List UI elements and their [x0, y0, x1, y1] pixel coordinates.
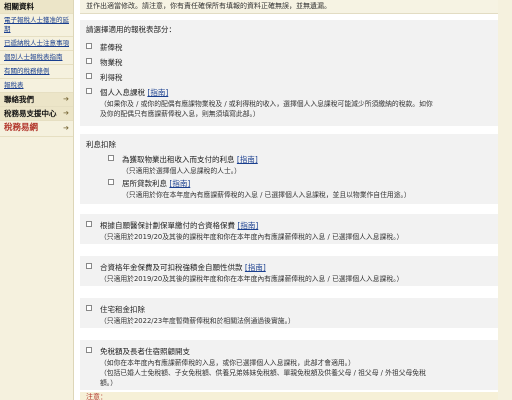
home-loan-guide-link[interactable]: [指南]: [169, 179, 190, 188]
option-profits[interactable]: 利得稅: [86, 72, 123, 83]
home-loan-label: 居所貸款利息: [122, 179, 167, 188]
option-salaries[interactable]: 薪俸稅: [86, 42, 123, 53]
chevron-right-icon: ➔: [63, 124, 69, 132]
profits-checkbox[interactable]: [86, 73, 92, 79]
personal-guide-link[interactable]: [指南]: [147, 88, 168, 97]
allowance-label: 免稅額及長者住宿照顧開支: [100, 347, 190, 356]
note-label: 注意：: [80, 392, 498, 400]
main-content: 並作出適當修改。請注意，你有責任確保所有填報的資料正確無誤，並無遺漏。 請選擇適…: [80, 0, 498, 400]
allowance-checkbox[interactable]: [86, 347, 92, 353]
vhis-desc: （只適用於2019/20及其後的課稅年度和你在本年度內有應課薪俸稅的入息 / 已…: [100, 233, 404, 241]
option-annuity[interactable]: 合資格年金保費及可扣稅強積金自願性供款 [指南] （只適用於2019/20及其後…: [86, 262, 403, 283]
personal-desc-1: （如果你及 / 或你的配偶有應課物業稅及 / 或利得稅的收入，選擇個人入息課稅可…: [100, 100, 433, 108]
option-mortgage-rent[interactable]: 為獲取物業出租收入而支付的利息 [指南] （只適用於選擇個人入息課稅的人士。）: [108, 154, 258, 175]
personal-desc-2: 及你的配偶只有應課薪俸稅入息，則無須填寫此部。）: [100, 110, 260, 118]
chevron-right-icon: ➔: [63, 109, 69, 117]
mortgage-rent-guide-link[interactable]: [指南]: [237, 155, 258, 164]
profits-label: 利得稅: [100, 73, 123, 82]
sidebar: 相關資料 電子報稅人士獲准的延期 已遞納稅人士注意事項 個別人士報稅表指南 有關…: [0, 0, 74, 400]
home-loan-checkbox[interactable]: [108, 179, 114, 185]
sidebar-link-extension[interactable]: 電子報稅人士獲准的延期: [0, 14, 73, 37]
brand-logo: 稅務易網: [4, 123, 39, 133]
vhis-checkbox[interactable]: [86, 221, 92, 227]
sidebar-support[interactable]: 稅務易支援中心 ➔: [0, 107, 73, 121]
vhis-label: 根據自願醫保計劃保單繳付的合資格保費: [100, 221, 235, 230]
vhis-guide-link[interactable]: [指南]: [237, 221, 258, 230]
top-note: 並作出適當修改。請注意，你有責任確保所有填報的資料正確無誤，並無遺漏。: [80, 0, 498, 14]
salaries-label: 薪俸稅: [100, 43, 123, 52]
sidebar-link-notes[interactable]: 已遞納稅人士注意事項: [0, 37, 73, 51]
vhis-section: 根據自願醫保計劃保單繳付的合資格保費 [指南] （只適用於2019/20及其後的…: [80, 214, 498, 244]
sidebar-contact[interactable]: 聯絡我們 ➔: [0, 93, 73, 107]
sidebar-link-ordinance[interactable]: 有關的稅務條例: [0, 65, 73, 79]
allowance-desc-1: （如你在本年度內有應課薪俸稅的入息，或你已選擇個人入息課稅，此部才會適用。）: [100, 359, 355, 367]
mortgage-rent-label: 為獲取物業出租收入而支付的利息: [122, 155, 235, 164]
tax-part-section: 請選擇適用的報稅表部分： 薪俸稅 物業稅 利得稅 個人入息課稅 [指南] （如果…: [80, 20, 498, 126]
allowance-desc-2: （包括已婚人士免稅額、子女免稅額、供養兄弟姊妹免稅額、單親免稅額及供養父母 / …: [100, 369, 426, 377]
personal-assessment-checkbox[interactable]: [86, 88, 92, 94]
property-label: 物業稅: [100, 58, 123, 67]
option-allowance[interactable]: 免稅額及長者住宿照顧開支 （如你在本年度內有應課薪俸稅的入息，或你已選擇個人入息…: [86, 346, 426, 387]
choose-label: 請選擇適用的報稅表部分：: [86, 25, 176, 34]
interest-title: 利息扣除: [86, 140, 116, 149]
annuity-desc: （只適用於2019/20及其後的課稅年度和你在本年度內有應課薪俸稅的入息 / 已…: [100, 275, 404, 283]
rent-label: 住宅租金扣除: [100, 305, 145, 314]
sidebar-link-return[interactable]: 報稅表: [0, 79, 73, 93]
annuity-guide-link[interactable]: [指南]: [245, 263, 266, 272]
sidebar-section-title: 相關資料: [0, 0, 73, 14]
annuity-checkbox[interactable]: [86, 263, 92, 269]
property-checkbox[interactable]: [86, 58, 92, 64]
sidebar-brand[interactable]: 稅務易網 ➔: [0, 121, 73, 137]
chevron-right-icon: ➔: [63, 95, 69, 103]
option-rent[interactable]: 住宅租金扣除 （只適用於2022/23年度暫徵薪俸稅和於相關法例通過後實施。）: [86, 304, 295, 325]
option-home-loan[interactable]: 居所貸款利息 [指南] （只適用於你在本年度內有應課薪俸稅的入息 / 已選擇個人…: [108, 178, 411, 199]
rent-section: 住宅租金扣除 （只適用於2022/23年度暫徵薪俸稅和於相關法例通過後實施。）: [80, 298, 498, 328]
rent-desc: （只適用於2022/23年度暫徵薪俸稅和於相關法例通過後實施。）: [100, 317, 295, 325]
annuity-label: 合資格年金保費及可扣稅強積金自願性供款: [100, 263, 243, 272]
option-vhis[interactable]: 根據自願醫保計劃保單繳付的合資格保費 [指南] （只適用於2019/20及其後的…: [86, 220, 403, 241]
home-loan-desc: （只適用於你在本年度內有應課薪俸稅的入息 / 已選擇個人入息課稅，並且以物業作自…: [122, 191, 411, 199]
rent-checkbox[interactable]: [86, 305, 92, 311]
annuity-section: 合資格年金保費及可扣稅強積金自願性供款 [指南] （只適用於2019/20及其後…: [80, 256, 498, 286]
sidebar-contact-label: 聯絡我們: [4, 95, 34, 104]
mortgage-rent-desc: （只適用於選擇個人入息課稅的人士。）: [122, 167, 241, 175]
allowance-desc-3: 額。）: [100, 379, 117, 387]
allowance-section: 免稅額及長者住宿照顧開支 （如你在本年度內有應課薪俸稅的入息，或你已選擇個人入息…: [80, 340, 498, 390]
sidebar-link-guide[interactable]: 個別人士報稅表指南: [0, 51, 73, 65]
mortgage-rent-checkbox[interactable]: [108, 155, 114, 161]
salaries-checkbox[interactable]: [86, 43, 92, 49]
option-personal-assessment[interactable]: 個人入息課稅 [指南] （如果你及 / 或你的配偶有應課物業稅及 / 或利得稅的…: [86, 87, 433, 118]
personal-assessment-label: 個人入息課稅: [100, 88, 145, 97]
interest-section: 利息扣除 為獲取物業出租收入而支付的利息 [指南] （只適用於選擇個人入息課稅的…: [80, 134, 498, 204]
right-margin: [498, 0, 512, 400]
sidebar-support-label: 稅務易支援中心: [4, 109, 57, 118]
option-property[interactable]: 物業稅: [86, 57, 123, 68]
